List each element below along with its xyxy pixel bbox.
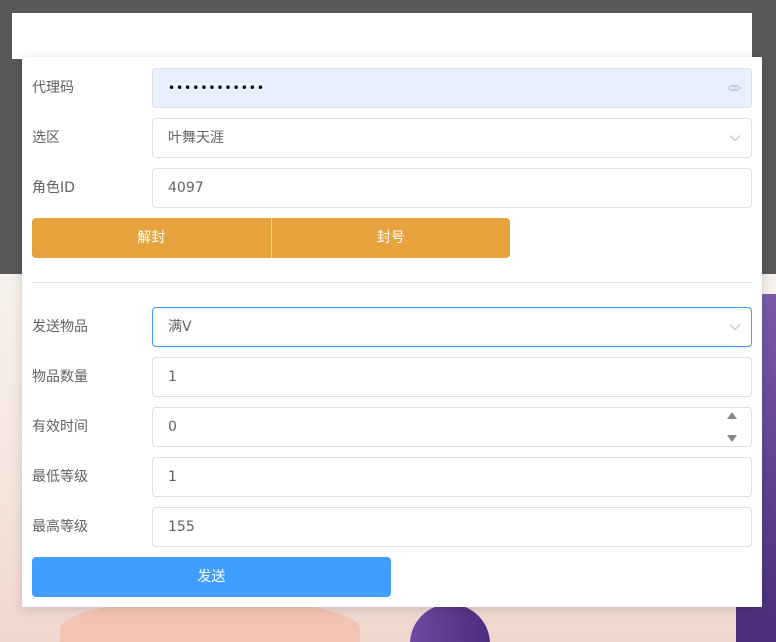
item-count-value: 1 [168,369,177,385]
number-stepper [725,412,739,442]
region-label: 选区 [32,130,60,146]
max-level-input[interactable]: 155 [152,507,752,547]
unban-button[interactable]: 解封 [32,218,272,258]
item-count-label: 物品数量 [32,369,88,385]
min-level-input[interactable]: 1 [152,457,752,497]
send-item-label: 发送物品 [32,319,88,335]
min-level-value: 1 [168,469,177,485]
min-level-label: 最低等级 [32,469,88,485]
max-level-row: 最高等级 155 [32,507,752,547]
max-level-label: 最高等级 [32,519,88,535]
region-value: 叶舞天涯 [168,130,224,146]
send-button[interactable]: 发送 [32,557,391,597]
send-item-row: 发送物品 满V [32,307,752,347]
max-level-value: 155 [168,519,195,535]
chevron-down-icon[interactable] [729,119,741,157]
role-id-row: 角色ID 4097 [32,168,752,208]
header-sheet [12,13,752,59]
send-item-select[interactable]: 满V [152,307,752,347]
section-divider [32,282,752,283]
role-id-label: 角色ID [32,180,75,196]
valid-time-input[interactable]: 0 [152,407,752,447]
valid-time-label: 有效时间 [32,419,88,435]
caret-down-icon[interactable] [727,435,737,442]
valid-time-value: 0 [168,419,177,435]
eye-icon[interactable] [727,69,741,107]
agent-code-input[interactable]: •••••••••••• [152,68,752,108]
chevron-down-icon[interactable] [729,308,741,346]
role-id-input[interactable]: 4097 [152,168,752,208]
caret-up-icon[interactable] [727,412,737,419]
artwork-hair-lower [410,604,490,642]
account-action-group: 解封 封号 [32,218,510,258]
item-count-input[interactable]: 1 [152,357,752,397]
item-count-row: 物品数量 1 [32,357,752,397]
valid-time-row: 有效时间 0 [32,407,752,447]
region-row: 选区 叶舞天涯 [32,118,752,158]
region-select[interactable]: 叶舞天涯 [152,118,752,158]
form-panel: 代理码 •••••••••••• 选区 叶舞天涯 角色ID 4097 解封 封号… [22,57,762,607]
role-id-value: 4097 [168,180,204,196]
agent-code-value: •••••••••••• [168,81,265,95]
min-level-row: 最低等级 1 [32,457,752,497]
send-item-value: 满V [168,319,192,335]
agent-code-row: 代理码 •••••••••••• [32,68,752,108]
agent-code-label: 代理码 [32,80,74,96]
ban-button[interactable]: 封号 [271,218,510,258]
